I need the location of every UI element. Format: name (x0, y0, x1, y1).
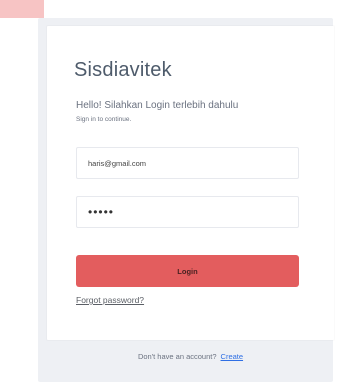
password-input[interactable]: ••••• (76, 196, 299, 228)
password-value: ••••• (88, 205, 115, 219)
top-left-tag (0, 0, 44, 18)
login-subtitle: Hello! Silahkan Login terlebih dahulu (76, 100, 239, 111)
email-input[interactable]: haris@gmail.com (76, 147, 299, 179)
create-account-link[interactable]: Create (221, 352, 244, 361)
login-button[interactable]: Login (76, 255, 299, 287)
signup-prompt: Don't have an account? (137, 351, 217, 361)
email-value: haris@gmail.com (88, 158, 147, 168)
signup-footer: Don't have an account? Create (47, 348, 334, 364)
brand-title: Sisdiavitek (74, 59, 172, 81)
forgot-password-link[interactable]: Forgot password? (76, 295, 144, 305)
login-helper-text: Sign in to continue. (76, 116, 132, 123)
